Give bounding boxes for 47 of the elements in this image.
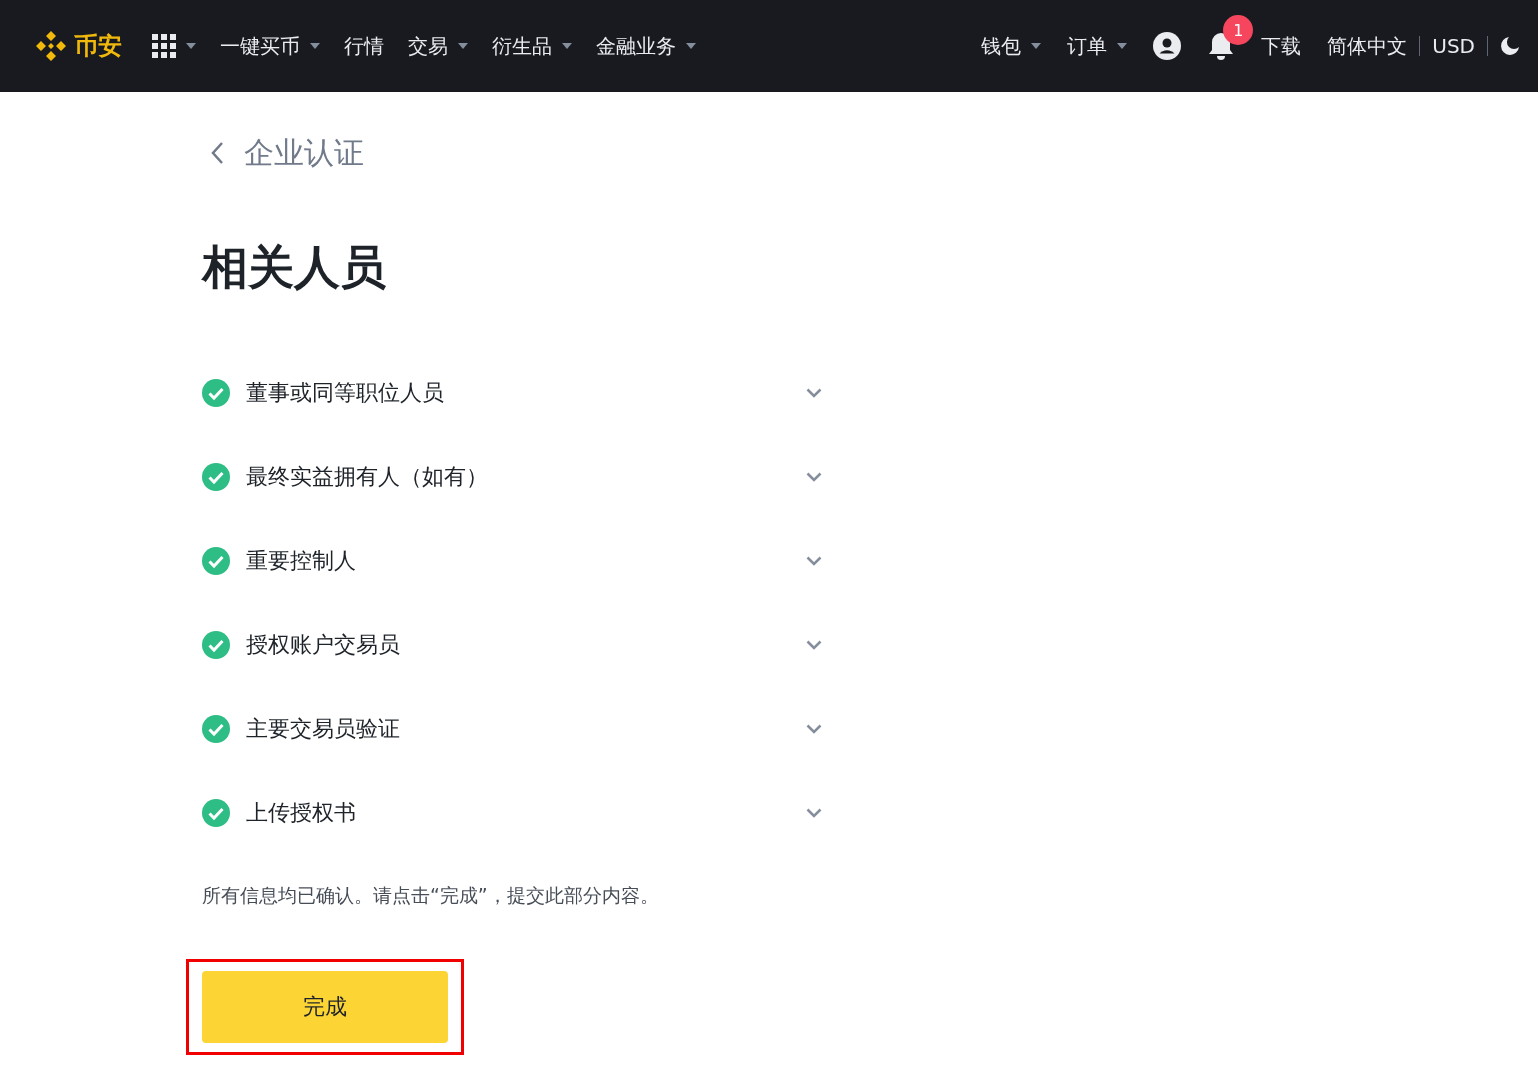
nav-link[interactable]: 交易 (408, 32, 468, 60)
bell-icon[interactable] (1207, 31, 1236, 61)
chevron-icon[interactable] (806, 472, 822, 483)
caret-icon (562, 43, 572, 49)
section-title: 上传授权书 (246, 799, 357, 828)
logo-text[interactable]: 币安 (74, 30, 122, 62)
nav-link[interactable]: 钱包 (981, 32, 1042, 60)
section-row[interactable]: 最终实益拥有人（如有） (202, 462, 822, 493)
user-icon[interactable] (1153, 32, 1182, 60)
confirmation-note: 所有信息均已确认。请点击“完成”，提交此部分内容。 (202, 883, 660, 909)
section-title: 重要控制人 (246, 547, 357, 576)
caret-icon (1031, 43, 1042, 49)
caret-icon (458, 43, 468, 49)
moon-icon[interactable] (1500, 36, 1520, 56)
section-title: 授权账户交易员 (246, 631, 401, 660)
nav-link[interactable]: 行情 (344, 32, 384, 60)
grid-icon (152, 34, 176, 58)
nav-link[interactable]: 衍生品 (492, 32, 572, 60)
nav-link[interactable]: 简体中文 (1327, 32, 1408, 60)
section-row[interactable]: 授权账户交易员 (202, 630, 822, 661)
chevron-icon[interactable] (806, 556, 822, 567)
done-button[interactable]: 完成 (202, 971, 448, 1044)
chevron-icon[interactable] (806, 388, 822, 399)
logo-icon (34, 29, 68, 63)
nav-link[interactable]: 订单 (1067, 32, 1128, 60)
nav-link[interactable]: 金融业务 (596, 32, 696, 60)
chevron-icon[interactable] (806, 640, 822, 651)
caret-icon (1117, 43, 1128, 49)
section-title: 董事或同等职位人员 (246, 379, 445, 408)
section-heading: 相关人员 (202, 240, 387, 296)
chevron-icon[interactable] (806, 724, 822, 735)
nav-link[interactable]: USD (1432, 34, 1475, 58)
section-row[interactable]: 董事或同等职位人员 (202, 378, 822, 409)
section-row[interactable]: 主要交易员验证 (202, 714, 822, 745)
nav-link[interactable]: 下载 (1261, 32, 1302, 60)
section-row[interactable]: 上传授权书 (202, 798, 822, 829)
caret-icon (310, 43, 320, 49)
notification-badge: 1 (1223, 15, 1254, 45)
chevron-icon[interactable] (806, 808, 822, 819)
nav-link[interactable]: 一键买币 (220, 32, 320, 60)
apps-menu[interactable] (152, 34, 196, 58)
section-row[interactable]: 重要控制人 (202, 546, 822, 577)
page-title: 企业认证 (244, 133, 364, 172)
section-title: 最终实益拥有人（如有） (246, 463, 489, 492)
caret-icon (186, 43, 196, 49)
caret-icon (686, 43, 696, 49)
section-title: 主要交易员验证 (246, 715, 401, 744)
